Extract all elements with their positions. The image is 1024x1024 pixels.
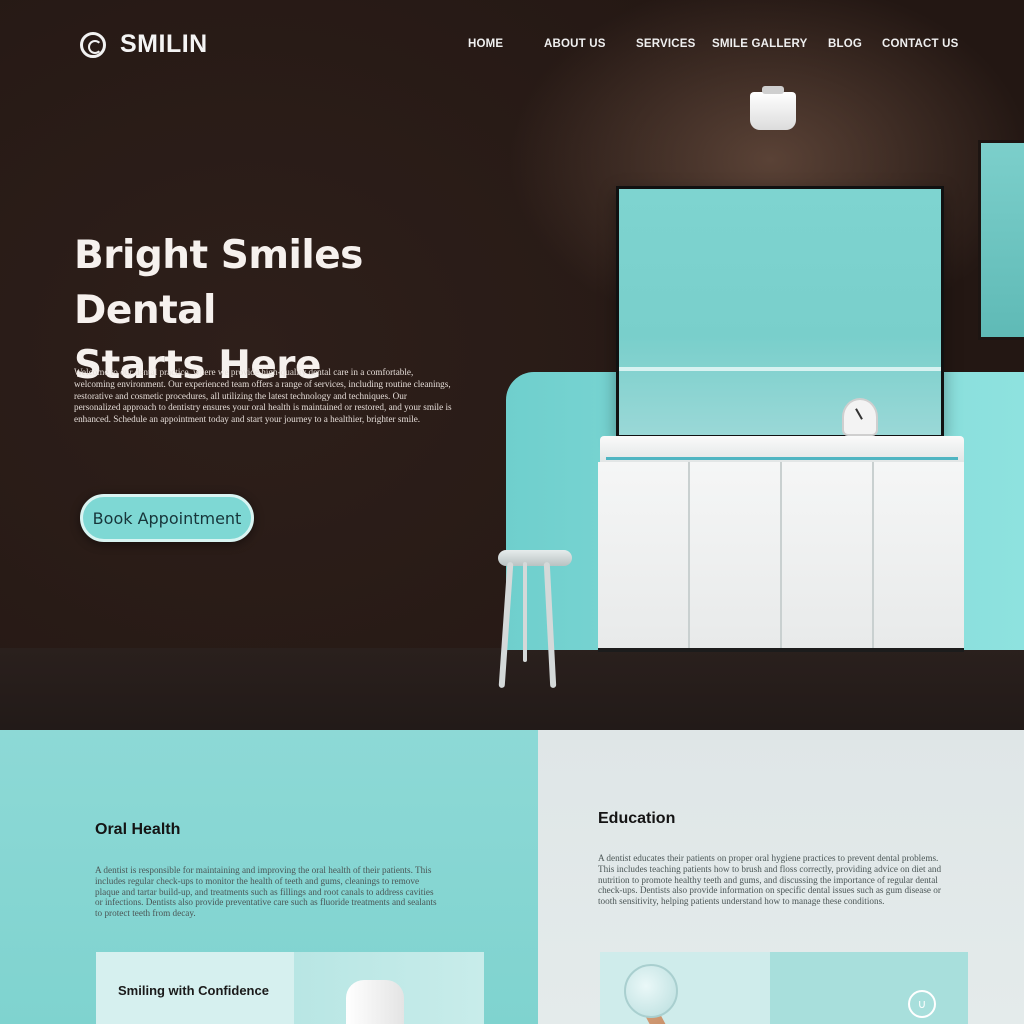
nav-item-smile-gallery[interactable]: SMILE GALLERY <box>712 38 807 50</box>
stool-leg <box>523 562 527 662</box>
hero-section: SMILIN HOME ABOUT US SERVICES SMILE GALL… <box>0 0 1024 730</box>
card-image <box>294 952 484 1024</box>
dental-mirror-image <box>624 964 678 1018</box>
top-navigation: SMILIN HOME ABOUT US SERVICES SMILE GALL… <box>0 0 1024 90</box>
nav-links: HOME ABOUT US SERVICES SMILE GALLERY BLO… <box>0 38 1024 52</box>
cabinet-door <box>690 462 780 648</box>
card-label-pane: Smiling with Confidence <box>96 952 294 1024</box>
counter-strip <box>606 457 958 460</box>
hero-description: Welcome to our dental practice, where we… <box>74 367 452 425</box>
smiling-card[interactable]: Smiling with Confidence <box>96 952 484 1024</box>
wall-art-image <box>978 140 1024 340</box>
tooth-badge-icon: ∪ <box>908 990 936 1018</box>
mug-image <box>346 980 404 1024</box>
nav-item-contact-us[interactable]: CONTACT US <box>882 38 959 50</box>
clock-image <box>842 398 878 436</box>
education-text: A dentist educates their patients on pro… <box>598 853 942 907</box>
teal-backboard <box>616 186 944 438</box>
education-card[interactable]: ∪ <box>600 952 968 1024</box>
oral-health-title: Oral Health <box>95 821 181 838</box>
oral-health-text: A dentist is responsible for maintaining… <box>95 865 437 919</box>
education-title: Education <box>598 810 676 827</box>
card-label: Smiling with Confidence <box>118 983 269 998</box>
book-appointment-button[interactable]: Book Appointment <box>80 494 254 542</box>
cabinet-door <box>598 462 688 648</box>
nav-item-about-us[interactable]: ABOUT US <box>544 38 606 50</box>
card-image: ∪ <box>770 952 968 1024</box>
hero-title-line: Bright Smiles Dental <box>74 233 363 333</box>
nav-item-blog[interactable]: BLOG <box>828 38 862 50</box>
cabinet-door <box>874 462 964 648</box>
cabinet-door <box>782 462 872 648</box>
floor <box>0 648 1024 730</box>
nav-item-home[interactable]: HOME <box>468 38 503 50</box>
ceiling-lamp-image <box>750 86 796 130</box>
cabinet <box>598 462 964 652</box>
mirror-image-pane <box>600 952 770 1024</box>
counter-top <box>600 436 964 462</box>
nav-item-services[interactable]: SERVICES <box>636 38 696 50</box>
